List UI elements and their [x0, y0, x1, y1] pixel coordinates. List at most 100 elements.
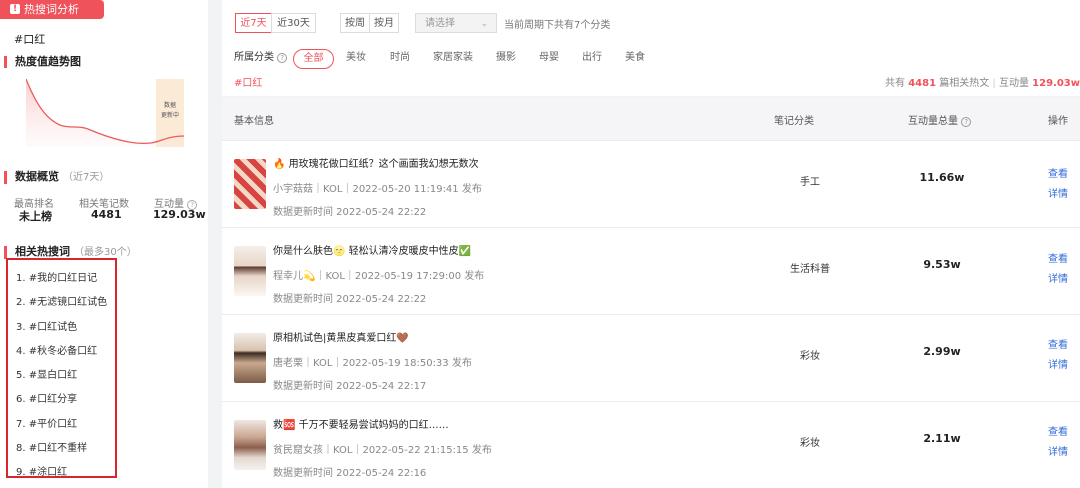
note-category: 彩妆 [800, 438, 820, 449]
category-tab[interactable]: 时尚 [390, 49, 410, 67]
by-month-button[interactable]: 按月 [369, 13, 399, 33]
trend-title: 热度值趋势图 [4, 56, 81, 68]
filter-bar: 近7天 近30天 按周 按月 请选择 ⌄ 当前周期下共有7个分类 所属分类 ? … [222, 0, 1080, 96]
summary: 共有 4481 篇相关热文 | 互动量 129.03w [885, 74, 1080, 89]
related-item[interactable]: 2. #无滤镜口红试色 [16, 293, 107, 308]
category-tab[interactable]: 美妆 [346, 49, 366, 67]
updating-label-line1: 数据 [163, 102, 176, 109]
table-row: 你是什么肤色🌝 轻松认清冷皮暖皮中性皮✅ 程幸儿💫｜KOL｜2022-05-19… [222, 227, 1080, 314]
by-week-button[interactable]: 按周 [340, 13, 370, 33]
category-tab[interactable]: 出行 [582, 49, 602, 67]
note-category: 生活科普 [790, 264, 830, 275]
summary-separator: | [992, 78, 996, 89]
note-thumbnail[interactable] [234, 159, 266, 209]
note-updated: 数据更新时间 2022-05-24 22:22 [273, 207, 427, 218]
category-tab-all[interactable]: 全部 [293, 49, 334, 69]
summary-count: 4481 [908, 78, 937, 89]
note-category: 彩妆 [800, 351, 820, 362]
note-meta: 小宇菇菇｜KOL｜2022-05-20 11:19:41 发布 [273, 184, 482, 195]
view-link[interactable]: 查看 [1048, 250, 1068, 265]
left-panel: 热搜词分析 #口红 热度值趋势图 数据 更新中 数据概览（近7天） 最高排名 相… [0, 0, 208, 488]
related-item[interactable]: 6. #口红分享 [16, 390, 77, 405]
note-meta: 程幸儿💫｜KOL｜2022-05-19 17:29:00 发布 [273, 271, 485, 282]
updating-label-line2: 更新中 [160, 112, 179, 119]
category-tab[interactable]: 家居家装 [433, 49, 473, 67]
category-label-text: 所属分类 [234, 52, 274, 63]
category-tab[interactable]: 美食 [625, 49, 645, 67]
note-thumbnail[interactable] [234, 420, 266, 470]
help-circle-icon[interactable]: ? [277, 53, 288, 63]
stat-value-interaction: 129.03w [153, 208, 206, 221]
hot-word-analysis-tag: 热搜词分析 [0, 0, 104, 19]
trend-chart: 数据 更新中 [26, 79, 184, 147]
keyword-label: #口红 [14, 33, 46, 46]
notes-table: 基本信息 笔记分类 互动量总量 ? 操作 🔥 用玫瑰花做口红纸？这个画面我幻想无… [222, 98, 1080, 488]
table-row: 原相机试色|黄黑皮真爱口红🤎 唐老栗｜KOL｜2022-05-19 18:50:… [222, 314, 1080, 401]
related-item[interactable]: 7. #平价口红 [16, 415, 77, 430]
main-panel: 近7天 近30天 按周 按月 请选择 ⌄ 当前周期下共有7个分类 所属分类 ? … [222, 0, 1080, 488]
note-title[interactable]: 🔥 用玫瑰花做口红纸？这个画面我幻想无数次 [273, 155, 479, 170]
related-item[interactable]: 1. #我的口红日记 [16, 269, 97, 284]
view-link[interactable]: 查看 [1048, 336, 1068, 351]
help-circle-icon[interactable]: ? [961, 117, 972, 127]
related-item[interactable]: 9. #涂口红 [16, 463, 67, 478]
overview-subtitle: （近7天） [63, 172, 110, 183]
note-category: 手工 [800, 177, 820, 188]
category-label: 所属分类 ? [234, 49, 288, 67]
period-7-days-button[interactable]: 近7天 [235, 13, 272, 33]
category-tab[interactable]: 母婴 [539, 49, 559, 67]
header-interaction: 互动量总量 ? [908, 112, 972, 127]
note-meta: 贫民窟女孩｜KOL｜2022-05-22 21:15:15 发布 [273, 445, 492, 456]
view-link[interactable]: 查看 [1048, 165, 1068, 180]
updating-label: 数据 更新中 [156, 101, 184, 121]
header-category: 笔记分类 [774, 116, 814, 127]
note-interaction: 2.99w [923, 345, 961, 358]
related-item[interactable]: 3. #口红试色 [16, 318, 77, 333]
related-item[interactable]: 5. #显白口红 [16, 366, 77, 381]
summary-interaction-value: 129.03w [1032, 78, 1080, 89]
related-subtitle: （最多30个） [74, 247, 137, 258]
chevron-down-icon: ⌄ [480, 19, 488, 29]
overview-title-text: 数据概览 [15, 170, 59, 183]
detail-link[interactable]: 详情 [1048, 270, 1068, 285]
note-title[interactable]: 原相机试色|黄黑皮真爱口红🤎 [273, 329, 409, 344]
summary-prefix: 共有 [885, 78, 906, 89]
hot-tag-icon [10, 0, 20, 19]
note-interaction: 2.11w [923, 432, 961, 445]
table-row: 救🆘 千万不要轻易尝试妈妈的口红…… 贫民窟女孩｜KOL｜2022-05-22 … [222, 401, 1080, 488]
note-interaction: 11.66w [919, 171, 965, 184]
note-updated: 数据更新时间 2022-05-24 22:17 [273, 381, 427, 392]
period-note: 当前周期下共有7个分类 [504, 20, 611, 31]
keyword-tag: #口红 [234, 78, 263, 89]
overview-title: 数据概览 （近7天） [4, 171, 109, 184]
table-row: 🔥 用玫瑰花做口红纸？这个画面我幻想无数次 小宇菇菇｜KOL｜2022-05-2… [222, 140, 1080, 227]
summary-mid: 篇相关热文 [939, 78, 990, 89]
note-thumbnail[interactable] [234, 246, 266, 296]
note-title[interactable]: 你是什么肤色🌝 轻松认清冷皮暖皮中性皮✅ [273, 242, 471, 257]
related-hot-words-list: 1. #我的口红日记 2. #无滤镜口红试色 3. #口红试色 4. #秋冬必备… [6, 258, 117, 478]
detail-link[interactable]: 详情 [1048, 443, 1068, 458]
header-action: 操作 [1048, 116, 1068, 127]
note-meta: 唐老栗｜KOL｜2022-05-19 18:50:33 发布 [273, 358, 472, 369]
note-updated: 数据更新时间 2022-05-24 22:16 [273, 468, 427, 479]
tag-label: 热搜词分析 [24, 3, 79, 16]
note-updated: 数据更新时间 2022-05-24 22:22 [273, 294, 427, 305]
view-link[interactable]: 查看 [1048, 423, 1068, 438]
related-title-text: 相关热搜词 [15, 245, 70, 258]
category-tab[interactable]: 摄影 [496, 49, 516, 67]
related-item[interactable]: 8. #口红不重样 [16, 439, 87, 454]
period-select-placeholder: 请选择 [425, 18, 455, 29]
note-title[interactable]: 救🆘 千万不要轻易尝试妈妈的口红…… [273, 416, 449, 431]
header-basic-info: 基本信息 [234, 116, 274, 127]
period-30-days-button[interactable]: 近30天 [271, 13, 316, 33]
summary-interaction-label: 互动量 [998, 78, 1029, 89]
note-interaction: 9.53w [923, 258, 961, 271]
stat-value-rank: 未上榜 [19, 210, 52, 223]
header-interaction-text: 互动量总量 [908, 116, 958, 127]
table-header: 基本信息 笔记分类 互动量总量 ? 操作 [222, 98, 1080, 140]
related-item[interactable]: 4. #秋冬必备口红 [16, 342, 97, 357]
note-thumbnail[interactable] [234, 333, 266, 383]
detail-link[interactable]: 详情 [1048, 356, 1068, 371]
period-select[interactable]: 请选择 ⌄ [415, 13, 497, 33]
detail-link[interactable]: 详情 [1048, 185, 1068, 200]
